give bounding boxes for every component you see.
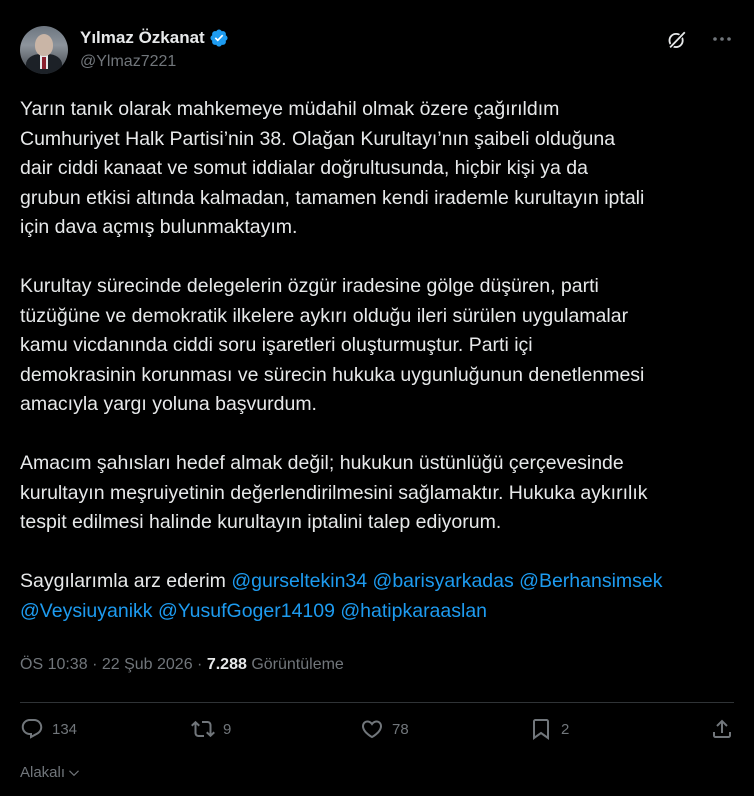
tweet-date[interactable]: 22 Şub 2026 — [102, 656, 193, 673]
tweet-meta: ÖS 10:38 · 22 Şub 2026 · 7.288 Görüntüle… — [20, 656, 344, 674]
reply-count: 134 — [52, 720, 78, 738]
views-label: Görüntüleme — [251, 656, 344, 673]
author-name[interactable]: Yılmaz Özkanat — [80, 28, 205, 48]
like-count: 78 — [392, 720, 409, 738]
repost-count: 9 — [223, 720, 232, 738]
share-button[interactable] — [710, 717, 734, 741]
meta-separator: · — [92, 656, 98, 673]
repost-button[interactable]: 9 — [191, 717, 231, 741]
mention-link[interactable]: @YusufGoger14109 — [158, 600, 335, 622]
avatar[interactable] — [20, 26, 68, 74]
reply-sort-dropdown[interactable]: Alakalı — [20, 764, 81, 781]
grok-icon[interactable] — [666, 29, 688, 51]
mention-link[interactable]: @gurseltekin34 — [231, 570, 367, 592]
tweet-paragraph-1: Yarın tanık olarak mahkemeye müdahil olm… — [20, 98, 645, 238]
mention-link[interactable]: @barisyarkadas — [373, 570, 514, 592]
tweet-paragraph-3: Amacım şahısları hedef almak değil; huku… — [20, 452, 648, 533]
reply-sort-label: Alakalı — [20, 764, 66, 781]
like-icon — [361, 720, 383, 739]
chevron-down-icon — [69, 769, 79, 776]
mention-link[interactable]: @hatipkaraaslan — [340, 600, 487, 622]
views-count: 7.288 — [206, 656, 247, 673]
tweet-paragraph-2: Kurultay sürecinde delegelerin özgür ira… — [20, 275, 645, 415]
verified-badge-icon — [210, 29, 228, 47]
mention-link[interactable]: @Veysiuyanikk — [20, 600, 153, 622]
tweet-text: Yarın tanık olarak mahkemeye müdahil olm… — [20, 95, 740, 626]
share-icon — [713, 719, 731, 738]
like-button[interactable]: 78 — [360, 717, 409, 741]
tweet-closing-paragraph: Saygılarımla arz ederim @gurseltekin34 @… — [20, 567, 740, 626]
meta-separator: · — [197, 656, 203, 673]
tweet-time[interactable]: ÖS 10:38 — [20, 656, 88, 673]
bookmark-button[interactable]: 2 — [529, 717, 569, 741]
repost-icon — [191, 720, 215, 738]
action-bar: 134 9 78 2 — [20, 717, 734, 749]
reply-button[interactable]: 134 — [20, 717, 77, 741]
mention-link[interactable]: @Berhansimsek — [519, 570, 662, 592]
more-icon[interactable] — [710, 27, 734, 51]
author-name-row[interactable]: Yılmaz Özkanat — [80, 28, 229, 48]
author-handle[interactable]: @Ylmaz7221 — [80, 53, 176, 71]
divider — [20, 702, 734, 703]
bookmark-count: 2 — [561, 720, 570, 738]
tweet-header: Yılmaz Özkanat @Ylmaz7221 — [20, 26, 734, 78]
bookmark-icon — [533, 719, 549, 740]
closing-text: Saygılarımla arz ederim — [20, 570, 226, 592]
reply-icon — [21, 719, 43, 739]
